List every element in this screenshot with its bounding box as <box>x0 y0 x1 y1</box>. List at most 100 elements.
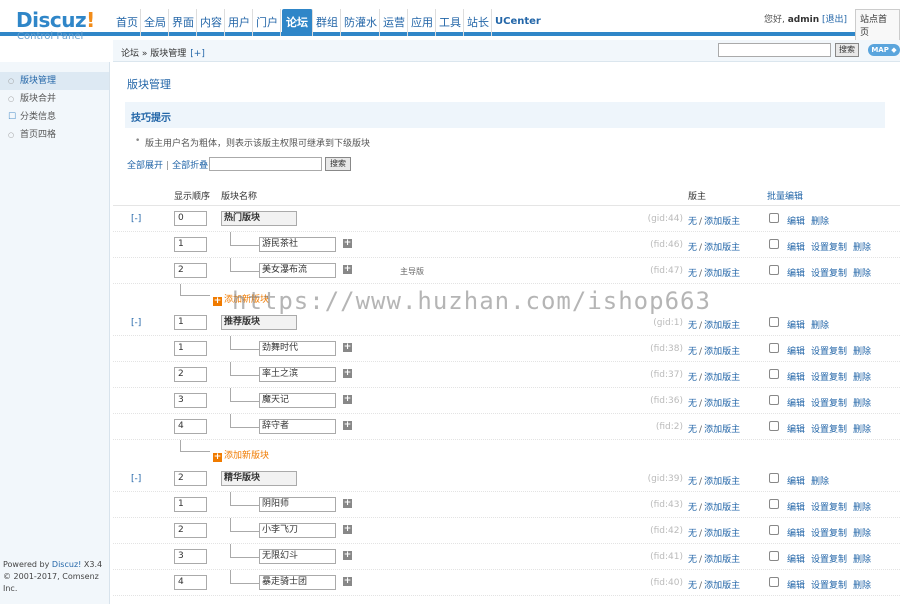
forum-search-input[interactable] <box>209 157 322 171</box>
copy-settings-link[interactable]: 设置复制 <box>811 344 847 357</box>
copy-settings-link[interactable]: 设置复制 <box>811 240 847 253</box>
forum-order-input[interactable]: 3 <box>174 549 207 564</box>
add-moderator-link[interactable]: 添加版主 <box>704 269 740 279</box>
sidebar-item[interactable]: ○ 版块管理 <box>0 72 109 90</box>
map-button[interactable]: MAP ◆ <box>868 44 900 56</box>
add-moderator-link[interactable]: 添加版主 <box>704 477 740 487</box>
top-search-button[interactable]: 搜索 <box>835 43 859 57</box>
moderator-none-link[interactable]: 无 <box>688 373 697 383</box>
add-moderator-link[interactable]: 添加版主 <box>704 555 740 565</box>
nav-item[interactable]: 论坛 <box>282 9 313 36</box>
sidebar-item[interactable]: ○ 首页四格 <box>0 126 109 144</box>
nav-item[interactable]: 站长 <box>465 9 492 36</box>
moderator-none-link[interactable]: 无 <box>688 425 697 435</box>
edit-link[interactable]: 编辑 <box>787 240 805 253</box>
collapse-toggle[interactable]: [-] <box>131 474 141 484</box>
moderator-none-link[interactable]: 无 <box>688 555 697 565</box>
nav-item[interactable]: 界面 <box>170 9 197 36</box>
nav-item[interactable]: UCenter <box>493 9 543 36</box>
add-subforum-icon[interactable]: + <box>343 265 352 274</box>
edit-link[interactable]: 编辑 <box>787 318 805 331</box>
nav-item[interactable]: 工具 <box>437 9 464 36</box>
forum-order-input[interactable]: 2 <box>174 523 207 538</box>
delete-link[interactable]: 删除 <box>853 396 871 409</box>
moderator-none-link[interactable]: 无 <box>688 399 697 409</box>
collapse-all-link[interactable]: 全部折叠 <box>172 161 208 171</box>
add-moderator-link[interactable]: 添加版主 <box>704 399 740 409</box>
forum-name-input[interactable]: 暴走骑士团 <box>259 575 336 590</box>
edit-link[interactable]: 编辑 <box>787 266 805 279</box>
moderator-none-link[interactable]: 无 <box>688 347 697 357</box>
batch-checkbox[interactable] <box>769 239 779 249</box>
delete-link[interactable]: 删除 <box>853 266 871 279</box>
delete-link[interactable]: 删除 <box>853 422 871 435</box>
add-subforum-icon[interactable]: + <box>343 551 352 560</box>
delete-link[interactable]: 删除 <box>811 214 829 227</box>
copy-settings-link[interactable]: 设置复制 <box>811 578 847 591</box>
copy-settings-link[interactable]: 设置复制 <box>811 266 847 279</box>
batch-checkbox[interactable] <box>769 369 779 379</box>
forum-order-input[interactable]: 4 <box>174 575 207 590</box>
edit-link[interactable]: 编辑 <box>787 578 805 591</box>
add-moderator-link[interactable]: 添加版主 <box>704 581 740 591</box>
group-name-input[interactable]: 精华版块 <box>221 471 297 486</box>
moderator-none-link[interactable]: 无 <box>688 243 697 253</box>
moderator-none-link[interactable]: 无 <box>688 503 697 513</box>
forum-name-input[interactable]: 率土之滨 <box>259 367 336 382</box>
forum-order-input[interactable]: 2 <box>174 367 207 382</box>
forum-order-input[interactable]: 4 <box>174 419 207 434</box>
add-moderator-link[interactable]: 添加版主 <box>704 503 740 513</box>
add-moderator-link[interactable]: 添加版主 <box>704 321 740 331</box>
forum-order-input[interactable]: 1 <box>174 341 207 356</box>
forum-order-input[interactable]: 3 <box>174 393 207 408</box>
add-subforum-icon[interactable]: + <box>343 525 352 534</box>
batch-checkbox[interactable] <box>769 421 779 431</box>
group-order-input[interactable]: 1 <box>174 315 207 330</box>
moderator-none-link[interactable]: 无 <box>688 581 697 591</box>
nav-item[interactable]: 防灌水 <box>342 9 380 36</box>
top-search-input[interactable] <box>718 43 831 57</box>
nav-item[interactable]: 运营 <box>381 9 408 36</box>
moderator-none-link[interactable]: 无 <box>688 529 697 539</box>
sidebar-item[interactable]: ○ 版块合并 <box>0 90 109 108</box>
edit-link[interactable]: 编辑 <box>787 370 805 383</box>
edit-link[interactable]: 编辑 <box>787 500 805 513</box>
moderator-none-link[interactable]: 无 <box>688 321 697 331</box>
forum-search-button[interactable]: 搜索 <box>325 157 351 171</box>
moderator-none-link[interactable]: 无 <box>688 217 697 227</box>
forum-name-input[interactable]: 无限幻斗 <box>259 549 336 564</box>
delete-link[interactable]: 删除 <box>853 552 871 565</box>
delete-link[interactable]: 删除 <box>853 500 871 513</box>
discuz-link[interactable]: Discuz! <box>52 560 81 569</box>
delete-link[interactable]: 删除 <box>811 318 829 331</box>
group-name-input[interactable]: 热门版块 <box>221 211 297 226</box>
moderator-none-link[interactable]: 无 <box>688 477 697 487</box>
edit-link[interactable]: 编辑 <box>787 396 805 409</box>
edit-link[interactable]: 编辑 <box>787 422 805 435</box>
batch-checkbox[interactable] <box>769 473 779 483</box>
header-batch-edit[interactable]: 批量编辑 <box>767 189 803 202</box>
batch-checkbox[interactable] <box>769 395 779 405</box>
delete-link[interactable]: 删除 <box>811 474 829 487</box>
batch-checkbox[interactable] <box>769 551 779 561</box>
edit-link[interactable]: 编辑 <box>787 526 805 539</box>
batch-checkbox[interactable] <box>769 343 779 353</box>
copy-settings-link[interactable]: 设置复制 <box>811 370 847 383</box>
delete-link[interactable]: 删除 <box>853 578 871 591</box>
edit-link[interactable]: 编辑 <box>787 474 805 487</box>
moderator-none-link[interactable]: 无 <box>688 269 697 279</box>
add-moderator-link[interactable]: 添加版主 <box>704 243 740 253</box>
add-moderator-link[interactable]: 添加版主 <box>704 425 740 435</box>
batch-checkbox[interactable] <box>769 525 779 535</box>
forum-name-input[interactable]: 魔天记 <box>259 393 336 408</box>
breadcrumb-add-shortcut[interactable]: [+] <box>190 49 205 59</box>
group-name-input[interactable]: 推荐版块 <box>221 315 297 330</box>
forum-name-input[interactable]: 劲舞时代 <box>259 341 336 356</box>
add-forum-link[interactable]: + 添加新版块 <box>213 448 269 462</box>
batch-checkbox[interactable] <box>769 265 779 275</box>
breadcrumb-root[interactable]: 论坛 <box>121 49 139 59</box>
logout-link[interactable]: [退出] <box>822 15 847 25</box>
expand-all-link[interactable]: 全部展开 <box>127 161 163 171</box>
forum-name-input[interactable]: 阴阳师 <box>259 497 336 512</box>
nav-item[interactable]: 首页 <box>114 9 141 36</box>
